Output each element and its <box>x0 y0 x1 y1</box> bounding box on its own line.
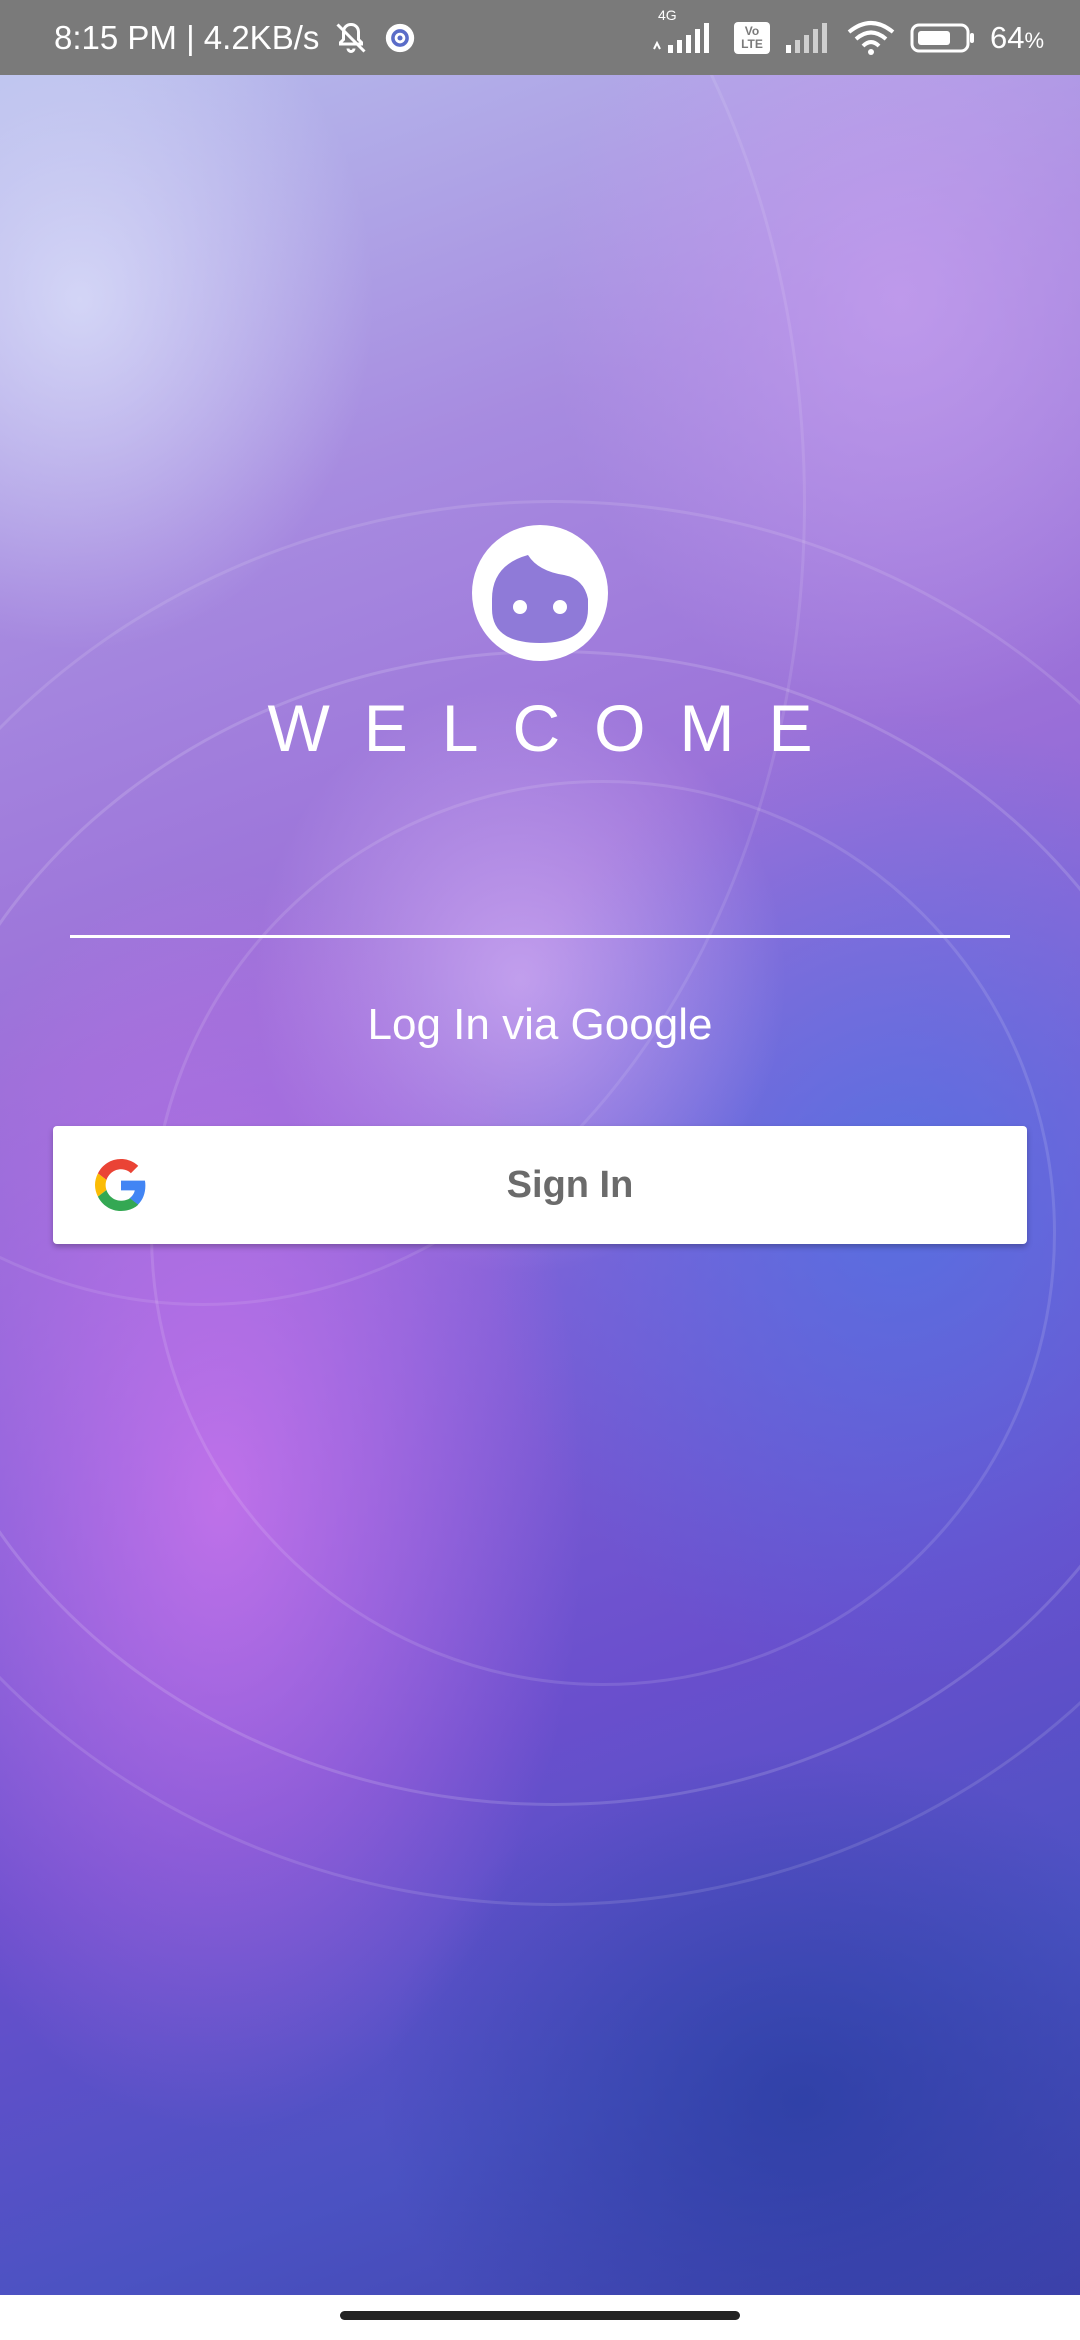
status-time-speed: 8:15 PM | 4.2KB/s <box>54 18 320 56</box>
battery-icon <box>910 21 976 55</box>
signal-icon-2 <box>784 21 832 55</box>
divider <box>70 935 1010 938</box>
mute-bell-icon <box>333 20 369 56</box>
status-left: 8:15 PM | 4.2KB/s <box>54 19 417 57</box>
battery-percent-unit: % <box>1024 27 1044 53</box>
battery-percent-value: 64 <box>989 19 1025 55</box>
network-label: 4G <box>657 6 677 23</box>
google-signin-button[interactable]: Sign In <box>53 1126 1027 1244</box>
wifi-icon <box>846 20 896 56</box>
signin-label: Sign In <box>506 1163 634 1206</box>
volte-icon: Vo LTE <box>733 21 770 54</box>
battery-percent: 64% <box>990 20 1044 56</box>
volte-label: Vo LTE <box>733 21 770 54</box>
welcome-title: WELCOME <box>267 691 847 765</box>
status-bar: 8:15 PM | 4.2KB/s 4G Vo LTE 64% <box>0 0 1080 75</box>
sync-settings-icon <box>383 21 417 55</box>
home-indicator[interactable] <box>340 2311 740 2320</box>
status-right: 4G Vo LTE 64% <box>650 7 1044 56</box>
signal-icon: 4G <box>650 7 720 55</box>
login-caption: Log In via Google <box>367 1000 713 1049</box>
google-g-icon <box>95 1159 147 1211</box>
face-icon <box>472 525 608 661</box>
